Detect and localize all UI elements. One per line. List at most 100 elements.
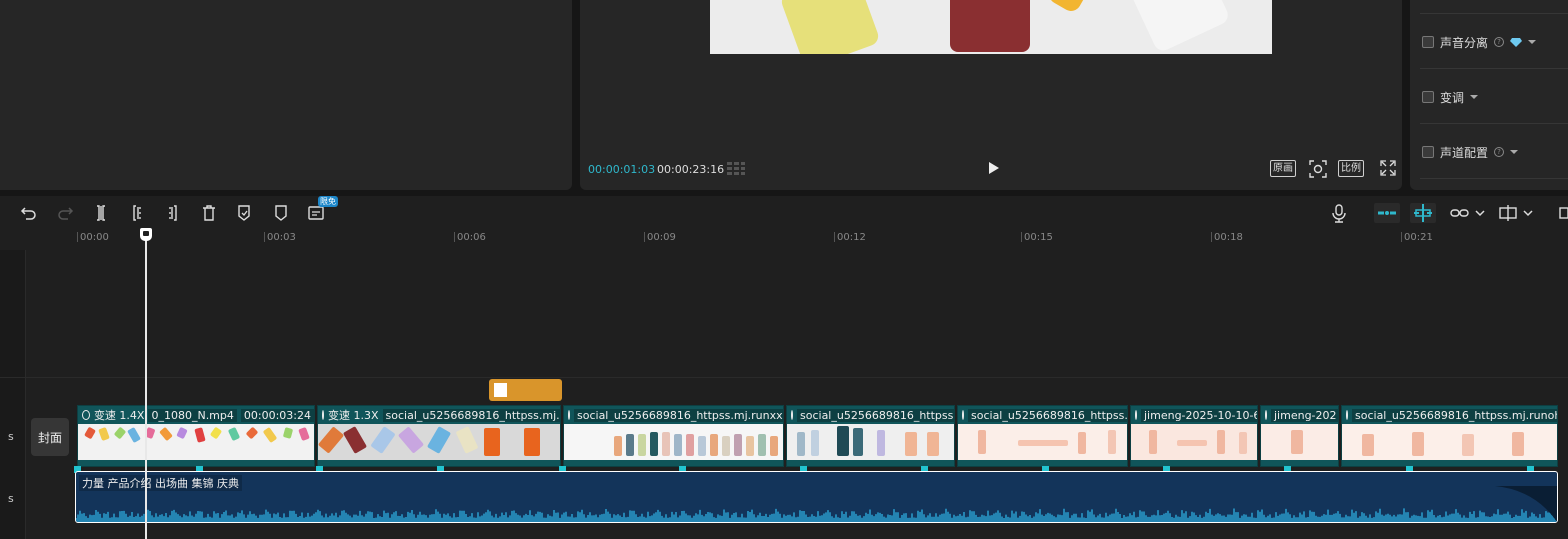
speed-icon (962, 410, 964, 420)
video-clip[interactable]: 变速 1.4X 0_1080_N.mp4 00:00:03:24 (77, 405, 315, 467)
clip-duration: 00:00:03:24 (240, 408, 314, 422)
channel-config-checkbox[interactable] (1422, 146, 1434, 158)
clip-speed: 变速 1.4X (93, 409, 145, 422)
mic-icon[interactable] (1329, 203, 1349, 223)
dropdown-icon[interactable] (1470, 95, 1479, 99)
clip-thumbnails (1131, 424, 1257, 460)
tick-label: 00:18 (1214, 232, 1243, 243)
audio-clip[interactable]: 力量 产品介绍 出场曲 集锦 庆典 (75, 471, 1558, 523)
playhead-line[interactable] (145, 230, 147, 539)
play-icon[interactable] (985, 160, 1001, 176)
tick-label: 00:15 (1024, 232, 1053, 243)
speed-icon (82, 410, 90, 420)
media-panel (0, 0, 572, 190)
tick-label: 00:21 (1404, 232, 1433, 243)
redo-icon[interactable] (55, 203, 75, 223)
current-time: 00:00:01:03 (588, 163, 656, 176)
video-clip[interactable]: social_u5256689816_httpss.mj.runxxy0PN (563, 405, 784, 467)
speed-icon (791, 410, 793, 420)
timecode-grid-icon[interactable] (726, 160, 746, 176)
video-clip[interactable]: social_u5256689816_httpss.mj. (957, 405, 1128, 467)
split-icon[interactable] (91, 203, 111, 223)
preview-axis-icon[interactable] (1498, 203, 1522, 223)
more-icon[interactable] (1558, 203, 1568, 223)
free-badge: 限免 (318, 196, 338, 207)
audio-settings-panel: 声音分离 ? 变调 声道配置 ? (1410, 0, 1568, 190)
ai-mark-icon[interactable] (235, 203, 255, 223)
clip-name: jimeng-2025-10-10-6 (1141, 408, 1257, 422)
chevron-down-icon[interactable] (1474, 203, 1486, 223)
total-time: 00:00:23:16 (657, 163, 725, 176)
clip-thumbnails (787, 424, 954, 460)
time-ruler[interactable]: 00:00 00:03 00:06 00:09 00:12 00:15 00:1… (0, 230, 1568, 250)
tick-label: 00:06 (457, 232, 486, 243)
clip-thumbnails (958, 424, 1127, 460)
audio-title: 力量 产品介绍 出场曲 集锦 庆典 (79, 475, 242, 491)
sticker-clip[interactable] (489, 379, 562, 401)
help-icon[interactable]: ? (1494, 147, 1505, 157)
divider (1420, 13, 1568, 14)
video-track-label: s (8, 430, 14, 443)
timeline-toolbar: 限免 (0, 196, 1568, 230)
tick-label: 00:09 (647, 232, 676, 243)
voice-separation-option[interactable]: 声音分离 ? (1422, 32, 1537, 52)
mark-icon[interactable] (271, 203, 291, 223)
clip-name: 0_1080_N.mp4 (148, 408, 237, 422)
link-icon[interactable] (1449, 203, 1471, 223)
speed-icon (1346, 410, 1348, 420)
tick-label: 00:00 (80, 232, 109, 243)
speed-icon (322, 410, 324, 420)
delete-icon[interactable] (199, 203, 219, 223)
help-icon[interactable]: ? (1494, 37, 1505, 47)
tick-label: 00:03 (267, 232, 296, 243)
speed-icon (568, 410, 570, 420)
divider (1420, 123, 1568, 124)
video-clip[interactable]: 变速 1.3Xsocial_u5256689816_httpss.mj.runc… (317, 405, 561, 467)
clip-thumbnails (318, 424, 560, 460)
fade-out-handle[interactable] (1495, 486, 1557, 522)
tick-label: 00:12 (837, 232, 866, 243)
cover-button[interactable]: 封面 (31, 418, 69, 456)
diamond-icon (1510, 38, 1523, 47)
clip-name: jimeng-202 (1271, 408, 1338, 422)
clip-name: social_u5256689816_httpss.mj. (797, 408, 954, 422)
player-panel: 00:00:01:03 00:00:23:16 原画 比例 (580, 0, 1402, 190)
playhead-handle[interactable] (140, 228, 152, 241)
ratio-button[interactable]: 比例 (1338, 160, 1364, 177)
divider (1420, 68, 1568, 69)
pitch-option[interactable]: 变调 (1422, 87, 1479, 107)
original-button[interactable]: 原画 (1270, 160, 1296, 177)
option-label: 变调 (1440, 90, 1465, 105)
clip-name: social_u5256689816_httpss.mj. (968, 408, 1127, 422)
dropdown-icon[interactable] (1510, 150, 1519, 154)
fullscreen-icon[interactable] (1380, 160, 1396, 176)
split-left-icon[interactable] (127, 203, 147, 223)
clip-name: social_u5256689816_httpss.mj.runck (382, 408, 560, 422)
video-clip[interactable]: social_u5256689816_httpss.mj. (786, 405, 955, 467)
voice-separation-checkbox[interactable] (1422, 36, 1434, 48)
auto-snap-icon[interactable] (1410, 203, 1436, 223)
speed-icon (1135, 410, 1137, 420)
option-label: 声道配置 (1440, 145, 1489, 160)
video-clip[interactable]: social_u5256689816_httpss.mj.runohWg n (1341, 405, 1558, 467)
track-headers: s s (0, 250, 26, 539)
video-clip[interactable]: jimeng-2025-10-10-6 (1130, 405, 1258, 467)
fit-screen-icon[interactable] (1309, 160, 1327, 178)
sticker-icon (494, 383, 507, 397)
channel-config-option[interactable]: 声道配置 ? (1422, 142, 1519, 162)
clip-thumbnails (564, 424, 783, 460)
split-right-icon[interactable] (163, 203, 183, 223)
audio-track-label: s (8, 492, 14, 505)
undo-icon[interactable] (19, 203, 39, 223)
video-preview[interactable] (710, 0, 1272, 54)
divider (0, 377, 1568, 378)
dropdown-icon[interactable] (1528, 40, 1537, 44)
audio-waveform (76, 508, 1557, 522)
divider (1420, 178, 1568, 179)
pitch-checkbox[interactable] (1422, 91, 1434, 103)
main-track-magnet-icon[interactable] (1374, 203, 1400, 223)
clip-thumbnails (1261, 424, 1338, 460)
timeline-tracks: s s 封面 变速 1.4X 0_1080_N.mp4 00:00:03:24 变速… (0, 250, 1568, 539)
video-clip[interactable]: jimeng-202 (1260, 405, 1339, 467)
chevron-down-icon[interactable] (1522, 203, 1534, 223)
